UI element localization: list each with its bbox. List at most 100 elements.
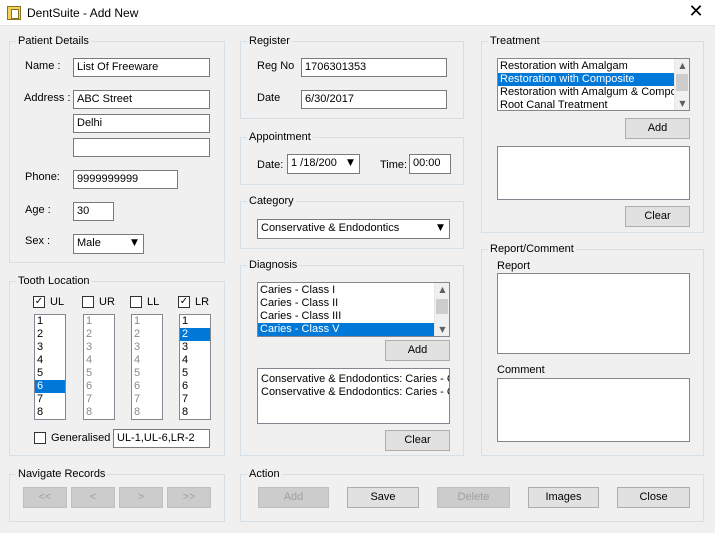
report-textarea[interactable] xyxy=(497,273,690,354)
tooth-number-item[interactable]: 8 xyxy=(35,406,65,419)
delete-button[interactable]: Delete xyxy=(437,487,510,508)
quadrant-ul-list[interactable]: 12345678 xyxy=(34,314,66,420)
diagnosis-entries-box[interactable]: Conservative & Endodontics: Caries - Cla… xyxy=(257,368,450,424)
tooth-number-item[interactable]: 3 xyxy=(180,341,210,354)
tooth-number-item[interactable]: 3 xyxy=(84,341,114,354)
tooth-number-item[interactable]: 4 xyxy=(35,354,65,367)
list-item[interactable]: Restoration with Amalgum & Composite xyxy=(498,86,689,99)
tooth-number-item[interactable]: 7 xyxy=(84,393,114,406)
comment-textarea[interactable] xyxy=(497,378,690,442)
tooth-number-item[interactable]: 5 xyxy=(35,367,65,380)
quadrant-ll-list[interactable]: 12345678 xyxy=(131,314,163,420)
address-line1-field[interactable]: ABC Street xyxy=(73,90,210,109)
first-record-button[interactable]: << xyxy=(23,487,67,508)
list-item[interactable]: Restoration with Amalgam xyxy=(498,60,674,73)
tooth-summary-field[interactable]: UL-1,UL-6,LR-2 xyxy=(113,429,210,448)
age-field[interactable]: 30 xyxy=(73,202,114,221)
scroll-down-icon[interactable]: ▼ xyxy=(675,97,689,110)
age-label: Age : xyxy=(25,204,51,216)
tooth-number-item[interactable]: 4 xyxy=(132,354,162,367)
scroll-down-icon[interactable]: ▼ xyxy=(435,323,449,336)
tooth-number-item[interactable]: 5 xyxy=(84,367,114,380)
tooth-number-item[interactable]: 8 xyxy=(132,406,162,419)
quadrant-ul-checkbox[interactable]: ✓ xyxy=(33,296,45,308)
tooth-number-item[interactable]: 2 xyxy=(84,328,114,341)
diagnosis-scrollbar[interactable]: ▲ ▼ xyxy=(434,283,449,336)
tooth-number-item[interactable]: 6 xyxy=(180,380,210,393)
address-label: Address : xyxy=(24,92,71,104)
tooth-number-item[interactable]: 5 xyxy=(132,367,162,380)
tooth-number-item[interactable]: 2 xyxy=(180,328,210,341)
category-select[interactable]: Conservative & Endodontics ▼ xyxy=(257,219,450,239)
scroll-thumb[interactable] xyxy=(676,74,688,91)
diagnosis-clear-button[interactable]: Clear xyxy=(385,430,450,451)
diagnosis-list[interactable]: Caries - Class I Caries - Class II Caries … xyxy=(257,282,450,337)
address-line3-field[interactable] xyxy=(73,138,210,157)
tooth-number-item[interactable]: 3 xyxy=(35,341,65,354)
reg-no-label: Reg No xyxy=(257,60,295,72)
appointment-legend: Appointment xyxy=(247,130,313,144)
name-label: Name : xyxy=(25,60,61,72)
tooth-number-item[interactable]: 2 xyxy=(35,328,65,341)
tooth-number-item[interactable]: 8 xyxy=(84,406,114,419)
list-item[interactable]: Caries - Class V xyxy=(258,323,434,336)
scroll-up-icon[interactable]: ▲ xyxy=(675,59,689,72)
treatment-entries-box[interactable] xyxy=(497,146,690,200)
quadrant-lr-checkbox[interactable]: ✓ xyxy=(178,296,190,308)
images-button[interactable]: Images xyxy=(528,487,599,508)
treatment-scrollbar[interactable]: ▲ ▼ xyxy=(674,59,689,110)
tooth-number-item[interactable]: 3 xyxy=(132,341,162,354)
name-field[interactable]: List Of Freeware xyxy=(73,58,210,77)
tooth-number-item[interactable]: 6 xyxy=(132,380,162,393)
save-button[interactable]: Save xyxy=(347,487,419,508)
tooth-number-item[interactable]: 6 xyxy=(84,380,114,393)
treatment-clear-button[interactable]: Clear xyxy=(625,206,690,227)
tooth-number-item[interactable]: 5 xyxy=(180,367,210,380)
appointment-date-value: 1 /18/200 xyxy=(291,157,337,169)
tooth-number-item[interactable]: 1 xyxy=(180,315,210,328)
reg-no-field[interactable]: 1706301353 xyxy=(301,58,447,77)
scroll-thumb[interactable] xyxy=(436,299,448,314)
tooth-number-item[interactable]: 4 xyxy=(180,354,210,367)
quadrant-ur-list[interactable]: 12345678 xyxy=(83,314,115,420)
previous-record-button[interactable]: < xyxy=(71,487,115,508)
tooth-number-item[interactable]: 4 xyxy=(84,354,114,367)
list-item[interactable]: Caries - Class II xyxy=(258,297,434,310)
register-date-field[interactable]: 6/30/2017 xyxy=(301,90,447,109)
tooth-number-item[interactable]: 7 xyxy=(180,393,210,406)
treatment-add-button[interactable]: Add xyxy=(625,118,690,139)
treatment-list[interactable]: Restoration with Amalgam Restoration with… xyxy=(497,58,690,111)
quadrant-ur-checkbox[interactable] xyxy=(82,296,94,308)
list-item[interactable]: Restoration with Composite xyxy=(498,73,674,86)
tooth-number-item[interactable]: 6 xyxy=(35,380,65,393)
scroll-up-icon[interactable]: ▲ xyxy=(435,283,449,296)
add-record-button[interactable]: Add xyxy=(258,487,329,508)
tooth-number-item[interactable]: 1 xyxy=(84,315,114,328)
tooth-number-item[interactable]: 2 xyxy=(132,328,162,341)
chevron-down-icon[interactable]: ▼ xyxy=(127,236,142,251)
generalised-checkbox[interactable] xyxy=(34,432,46,444)
list-item[interactable]: Caries - Class I xyxy=(258,284,434,297)
tooth-number-item[interactable]: 8 xyxy=(180,406,210,419)
list-item[interactable]: Root Canal Treatment xyxy=(498,99,674,110)
quadrant-ll-checkbox[interactable] xyxy=(130,296,142,308)
chevron-down-icon[interactable]: ▼ xyxy=(433,221,448,236)
address-line2-field[interactable]: Delhi xyxy=(73,114,210,133)
navigate-records-legend: Navigate Records xyxy=(16,467,108,481)
diagnosis-add-button[interactable]: Add xyxy=(385,340,450,361)
list-item[interactable]: Caries - Class III xyxy=(258,310,434,323)
appointment-time-field[interactable]: 00:00 xyxy=(409,154,451,174)
chevron-down-icon[interactable]: ▼ xyxy=(343,156,358,171)
appointment-date-picker[interactable]: 1 /18/200 ▼ xyxy=(287,154,360,174)
close-window-button[interactable]: ✕ xyxy=(681,2,711,24)
sex-select[interactable]: Male ▼ xyxy=(73,234,144,254)
phone-field[interactable]: 9999999999 xyxy=(73,170,178,189)
next-record-button[interactable]: > xyxy=(119,487,163,508)
close-button[interactable]: Close xyxy=(617,487,690,508)
last-record-button[interactable]: >> xyxy=(167,487,211,508)
quadrant-lr-list[interactable]: 12345678 xyxy=(179,314,211,420)
tooth-number-item[interactable]: 1 xyxy=(132,315,162,328)
tooth-number-item[interactable]: 7 xyxy=(132,393,162,406)
tooth-number-item[interactable]: 7 xyxy=(35,393,65,406)
tooth-number-item[interactable]: 1 xyxy=(35,315,65,328)
